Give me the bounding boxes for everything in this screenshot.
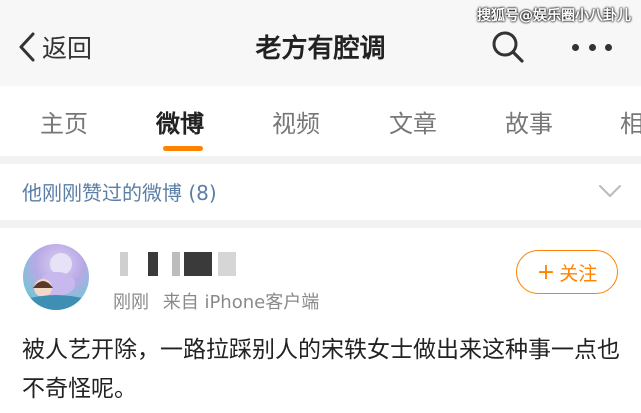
tab-video[interactable]: 视频 — [272, 104, 320, 139]
weibo-post-card: 刚刚 来自 iPhone客户端 + 关注 被人艺开除，一路拉踩别人的宋轶女士做出… — [0, 228, 641, 413]
avatar[interactable] — [23, 244, 89, 310]
tab-album[interactable]: 相 — [620, 104, 641, 139]
active-tab-indicator — [163, 146, 203, 151]
tab-stories[interactable]: 故事 — [505, 104, 553, 139]
tab-home[interactable]: 主页 — [40, 104, 88, 139]
more-dot — [588, 44, 596, 51]
more-dot — [605, 44, 612, 51]
section-divider — [0, 220, 641, 228]
profile-tabs: 主页 微博 视频 文章 故事 相 — [0, 86, 641, 156]
follow-label: 关注 — [559, 262, 598, 285]
follow-button[interactable]: + 关注 — [516, 250, 618, 294]
username-redacted[interactable] — [120, 252, 240, 276]
section-divider — [0, 156, 641, 164]
recently-liked-row[interactable]: 他刚刚赞过的微博 (8) — [0, 164, 641, 220]
post-time: 刚刚 — [113, 292, 149, 313]
more-options-icon[interactable] — [572, 44, 612, 52]
search-icon[interactable] — [491, 30, 525, 64]
tab-weibo[interactable]: 微博 — [156, 104, 204, 139]
chevron-down-icon — [599, 185, 621, 197]
post-text: 被人艺开除，一路拉踩别人的宋轶女士做出来这种事一点也不奇怪呢。 — [22, 337, 620, 402]
tab-articles[interactable]: 文章 — [389, 104, 437, 139]
post-source: 来自 iPhone客户端 — [162, 292, 320, 313]
recently-liked-label: 他刚刚赞过的微博 (8) — [22, 181, 217, 205]
avatar-illustration — [23, 253, 89, 310]
more-dot — [572, 44, 579, 51]
page-title: 老方有腔调 — [255, 34, 386, 64]
watermark: 搜狐号@娱乐圈小八卦儿 — [477, 8, 631, 24]
post-meta: 刚刚 来自 iPhone客户端 — [113, 288, 319, 314]
plus-icon: + — [536, 259, 556, 285]
top-nav-bar: 返回 老方有腔调 搜狐号@娱乐圈小八卦儿 — [0, 0, 641, 86]
